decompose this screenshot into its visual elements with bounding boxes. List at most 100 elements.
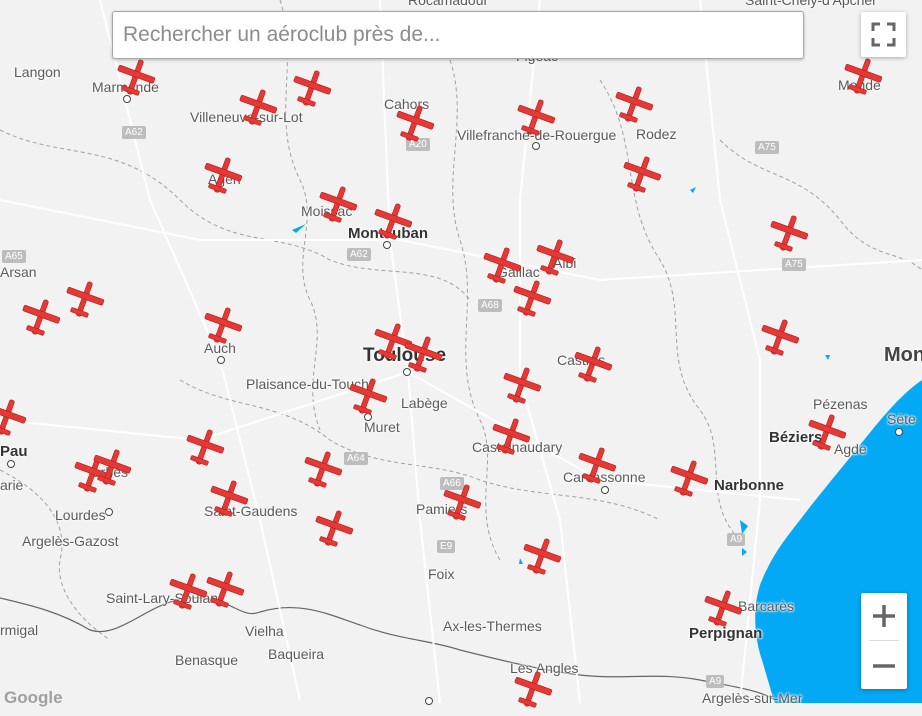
search-box bbox=[112, 11, 804, 59]
airclub-marker[interactable] bbox=[767, 213, 809, 255]
airplane-icon bbox=[22, 299, 61, 336]
airclub-marker[interactable] bbox=[533, 237, 575, 279]
airclub-marker[interactable] bbox=[612, 84, 654, 126]
airplane-icon bbox=[204, 307, 243, 344]
place-label: Foix bbox=[428, 566, 455, 582]
airclub-marker[interactable] bbox=[290, 68, 332, 110]
airplane-icon bbox=[293, 70, 332, 107]
airclub-marker[interactable] bbox=[667, 458, 709, 500]
road-shield: A9 bbox=[727, 533, 746, 546]
airplane-icon bbox=[808, 414, 847, 451]
airplane-icon bbox=[374, 203, 413, 240]
road-shield: A62 bbox=[122, 126, 146, 139]
place-label: Rocamadour bbox=[408, 0, 489, 8]
place-label: Baqueira bbox=[268, 646, 325, 662]
airclub-marker[interactable] bbox=[114, 57, 156, 99]
place-dot bbox=[217, 356, 225, 364]
airclub-marker[interactable] bbox=[401, 334, 443, 376]
airplane-icon bbox=[513, 280, 552, 317]
airclub-marker[interactable] bbox=[63, 279, 105, 321]
road-shield: A9 bbox=[706, 675, 725, 688]
place-label: Argelès-sur-Mer bbox=[702, 690, 803, 706]
airplane-icon bbox=[704, 590, 743, 627]
airplane-icon bbox=[514, 671, 553, 708]
airclub-marker[interactable] bbox=[201, 305, 243, 347]
airclub-marker[interactable] bbox=[514, 97, 556, 139]
plus-icon bbox=[873, 605, 895, 627]
airplane-icon bbox=[117, 59, 156, 96]
airclub-marker[interactable] bbox=[19, 297, 61, 339]
airclub-marker[interactable] bbox=[207, 478, 249, 520]
airplane-icon bbox=[66, 281, 105, 318]
airclub-marker[interactable] bbox=[90, 447, 132, 489]
place-label: Narbonne bbox=[714, 477, 785, 494]
road-shield: E9 bbox=[437, 540, 456, 553]
airclub-marker[interactable] bbox=[203, 569, 245, 611]
airclub-marker[interactable] bbox=[620, 154, 662, 196]
place-dot bbox=[532, 142, 540, 150]
airclub-marker[interactable] bbox=[166, 571, 208, 613]
search-input[interactable] bbox=[113, 12, 803, 58]
airclub-marker[interactable] bbox=[500, 365, 542, 407]
airclub-marker[interactable] bbox=[510, 278, 552, 320]
airplane-icon bbox=[574, 346, 613, 383]
airclub-marker[interactable] bbox=[236, 87, 278, 129]
airplane-icon bbox=[396, 105, 435, 142]
road-shield: A75 bbox=[782, 258, 806, 271]
airplane-icon bbox=[517, 99, 556, 136]
airclub-marker[interactable] bbox=[575, 445, 617, 487]
airclub-marker[interactable] bbox=[571, 344, 613, 386]
place-label: Barcarès bbox=[738, 598, 795, 614]
place-label: Lourdes bbox=[55, 507, 106, 523]
airclub-marker[interactable] bbox=[0, 397, 27, 439]
airclub-marker[interactable] bbox=[511, 669, 553, 711]
airclub-marker[interactable] bbox=[805, 412, 847, 454]
airclub-marker[interactable] bbox=[758, 317, 800, 359]
zoom-out-button[interactable] bbox=[861, 643, 907, 689]
airplane-icon bbox=[93, 449, 132, 486]
road-shield: A68 bbox=[478, 299, 502, 312]
place-label: Arsan bbox=[0, 264, 37, 280]
place-label: rmigal bbox=[0, 622, 39, 638]
airplane-icon bbox=[623, 156, 662, 193]
road-shield: A62 bbox=[347, 248, 371, 261]
airplane-icon bbox=[304, 451, 343, 488]
airplane-icon bbox=[0, 399, 27, 436]
airplane-icon bbox=[761, 319, 800, 356]
airplane-icon bbox=[578, 447, 617, 484]
place-dot bbox=[601, 486, 609, 494]
place-label: Mon bbox=[884, 344, 922, 366]
airclub-marker[interactable] bbox=[312, 508, 354, 550]
airplane-icon bbox=[315, 510, 354, 547]
zoom-in-button[interactable] bbox=[861, 593, 907, 639]
airclub-marker[interactable] bbox=[183, 427, 225, 469]
airplane-icon bbox=[319, 186, 358, 223]
airclub-marker[interactable] bbox=[346, 376, 388, 418]
airclub-marker[interactable] bbox=[393, 103, 435, 145]
airclub-marker[interactable] bbox=[701, 588, 743, 630]
airplane-icon bbox=[443, 484, 482, 521]
place-label: Pézenas bbox=[813, 396, 868, 412]
place-label: Benasque bbox=[175, 652, 239, 668]
airplane-icon bbox=[536, 239, 575, 276]
airplane-icon bbox=[670, 460, 709, 497]
airclub-marker[interactable] bbox=[371, 201, 413, 243]
airclub-marker[interactable] bbox=[520, 536, 562, 578]
fullscreen-button[interactable] bbox=[861, 12, 906, 57]
airclub-marker[interactable] bbox=[301, 449, 343, 491]
airclub-marker[interactable] bbox=[201, 155, 243, 197]
airclub-marker[interactable] bbox=[841, 56, 883, 98]
place-label: Ax-les-Thermes bbox=[443, 618, 542, 634]
place-dot bbox=[105, 508, 113, 516]
airclub-marker[interactable] bbox=[440, 482, 482, 524]
airclub-marker[interactable] bbox=[316, 184, 358, 226]
road-shield: A64 bbox=[344, 452, 368, 465]
place-label: Pau bbox=[0, 443, 28, 460]
airclub-marker[interactable] bbox=[489, 416, 531, 458]
airplane-icon bbox=[210, 480, 249, 517]
airplane-icon bbox=[204, 157, 243, 194]
zoom-controls bbox=[861, 593, 907, 689]
airplane-icon bbox=[169, 573, 208, 610]
place-dot bbox=[7, 460, 15, 468]
road-shield: A65 bbox=[2, 250, 26, 263]
